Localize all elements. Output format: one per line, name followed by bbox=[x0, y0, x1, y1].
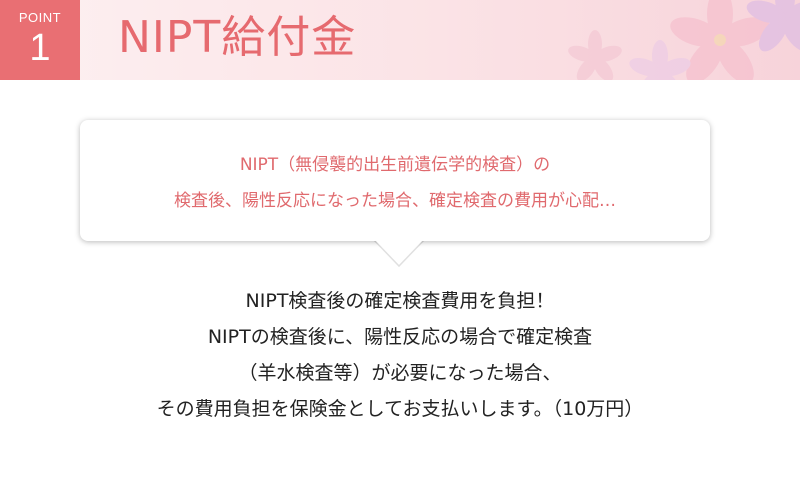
header-banner: POINT 1 NIPT給付金 bbox=[0, 0, 800, 80]
benefit-line: NIPTの検査後に、陽性反応の場合で確定検査 bbox=[207, 326, 593, 348]
bubble-tail-icon bbox=[373, 238, 425, 268]
concern-line: NIPT（無侵襲的出生前遺伝学的検査）の bbox=[239, 155, 551, 175]
concern-line: 検査後、陽性反応になった場合、確定検査の費用が心配… bbox=[174, 191, 616, 211]
benefit-line: （羊水検査等）が必要になった場合、 bbox=[238, 362, 562, 384]
concern-text: NIPT（無侵襲的出生前遺伝学的検査）の 検査後、陽性反応になった場合、確定検査… bbox=[80, 147, 710, 219]
point-badge: POINT 1 bbox=[0, 0, 80, 80]
benefit-line: その費用負担を保険金としてお支払いします。（10万円） bbox=[156, 398, 644, 420]
flower-decoration-icon bbox=[568, 0, 800, 80]
page-title: NIPT給付金 bbox=[118, 12, 357, 63]
benefit-description: NIPT検査後の確定検査費用を負担！ NIPTの検査後に、陽性反応の場合で確定検… bbox=[60, 283, 740, 427]
concern-speech-bubble: NIPT（無侵襲的出生前遺伝学的検査）の 検査後、陽性反応になった場合、確定検査… bbox=[80, 120, 710, 241]
benefit-line: NIPT検査後の確定検査費用を負担！ bbox=[245, 290, 555, 312]
point-number: 1 bbox=[29, 27, 51, 69]
point-label: POINT bbox=[18, 10, 62, 25]
